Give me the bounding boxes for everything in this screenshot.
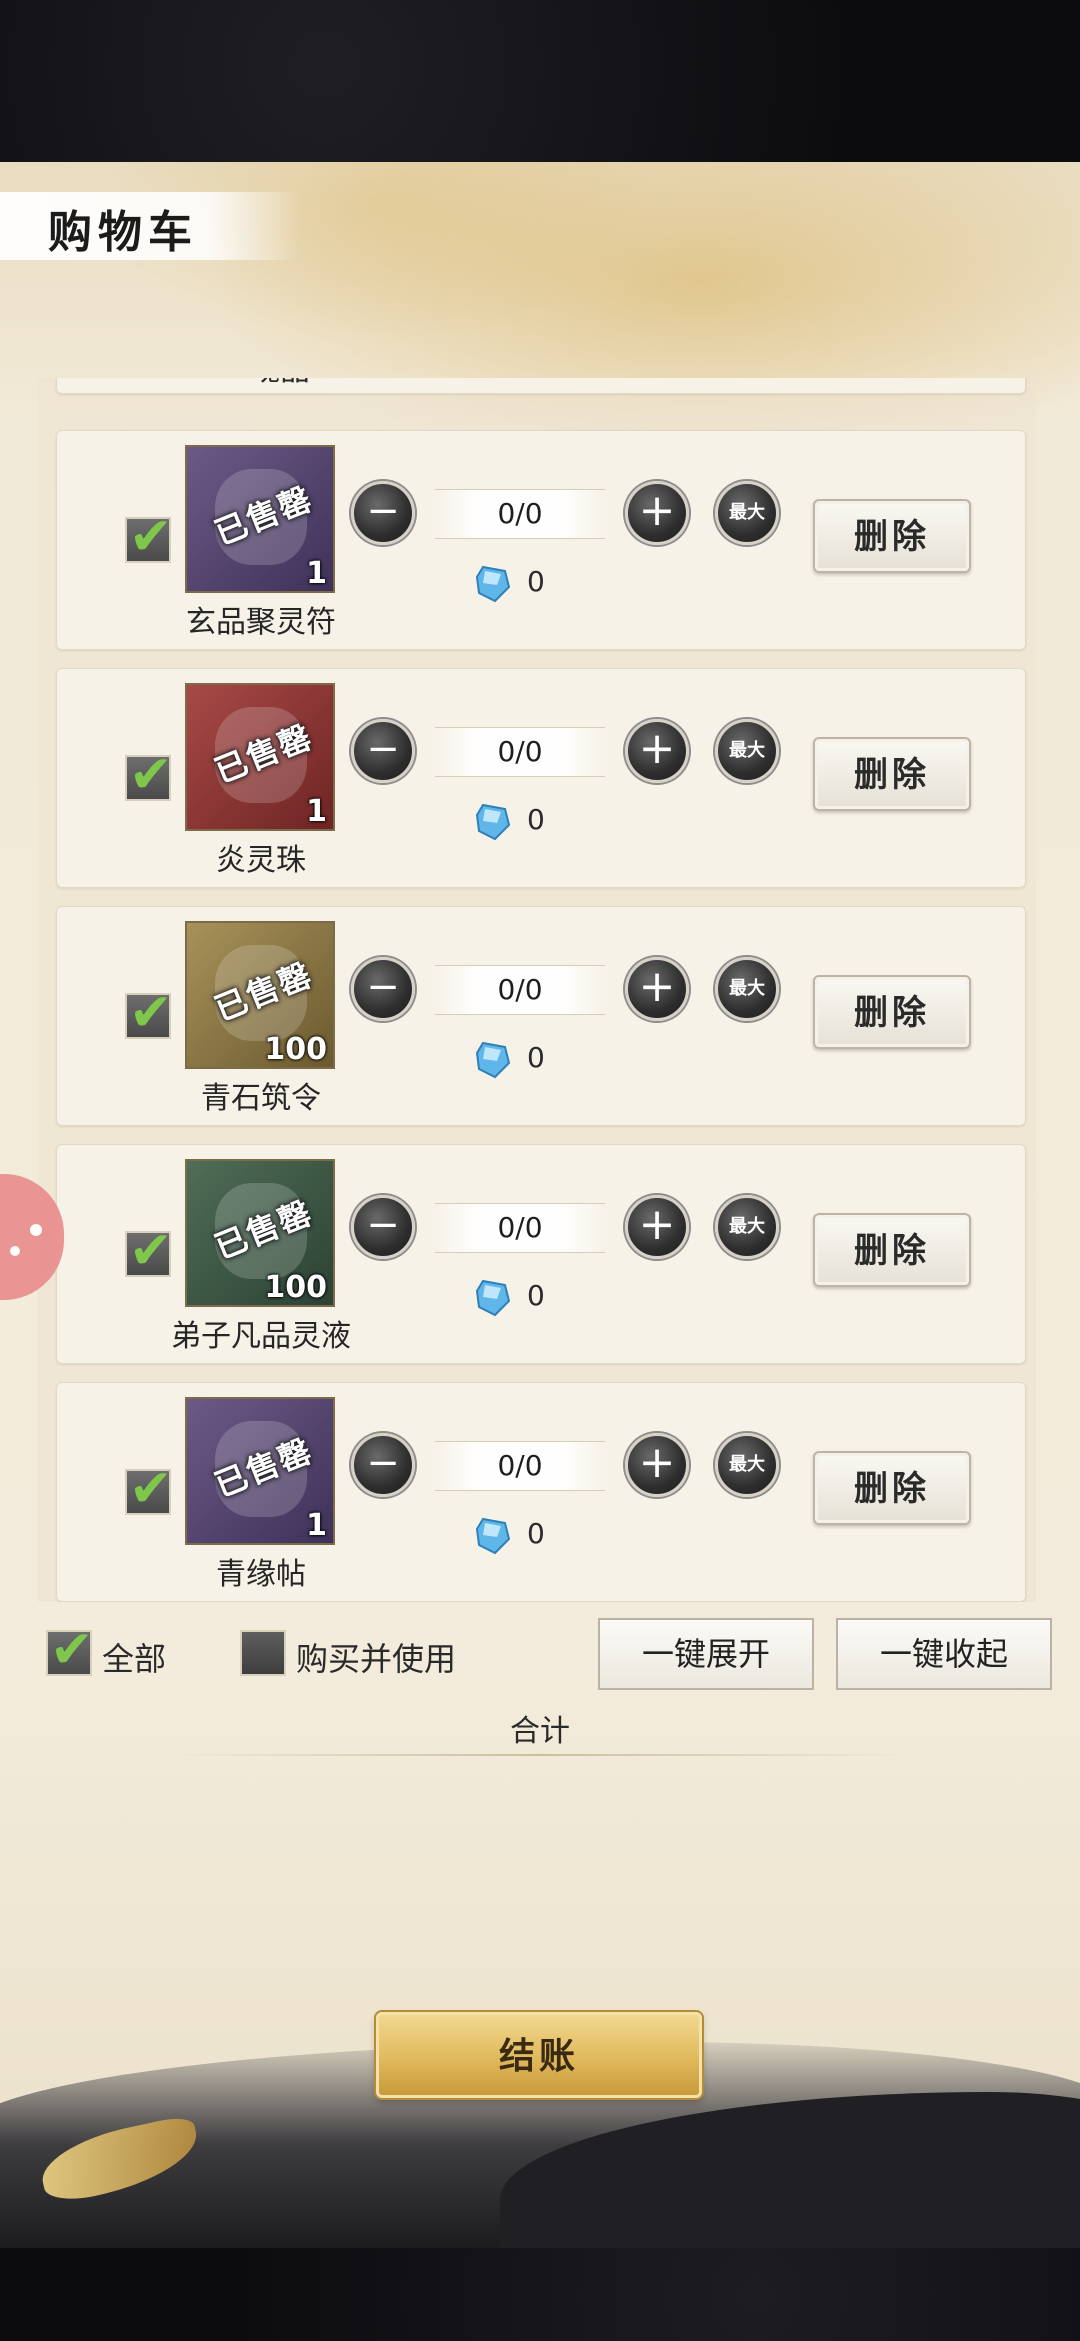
assistant-eye-icon: [10, 1246, 20, 1256]
delete-button[interactable]: 删除: [813, 1451, 971, 1525]
item-name: 魂晶: [57, 378, 503, 389]
item-count: 1: [306, 794, 327, 829]
quantity-display: 0/0: [435, 489, 605, 539]
item-icon[interactable]: 已售罄 100: [185, 921, 335, 1069]
item-price: 0: [527, 1041, 545, 1074]
delete-button[interactable]: 删除: [813, 737, 971, 811]
quantity-display: 0/0: [435, 1441, 605, 1491]
increase-button[interactable]: +: [625, 481, 689, 545]
assistant-eye-icon: [30, 1224, 42, 1236]
item-price: 0: [527, 803, 545, 836]
increase-button[interactable]: +: [625, 1195, 689, 1259]
increase-button[interactable]: +: [625, 957, 689, 1021]
total-divider: [170, 1754, 910, 1756]
item-checkbox[interactable]: ✔: [125, 1225, 173, 1277]
plus-icon: +: [638, 1437, 676, 1488]
plus-icon: +: [638, 961, 676, 1012]
item-icon[interactable]: 已售罄 1: [185, 1397, 335, 1545]
decrease-button[interactable]: −: [351, 481, 415, 545]
cart-item-list[interactable]: 魂晶 ✔已售罄1玄品聚灵符−0/0+最大0删除✔已售罄1炎灵珠−0/0+最大0删…: [38, 378, 1036, 1602]
decrease-button[interactable]: −: [351, 1195, 415, 1259]
item-count: 1: [306, 1508, 327, 1543]
item-icon[interactable]: 已售罄 100: [185, 1159, 335, 1307]
check-icon: ✔: [129, 983, 173, 1043]
quantity-display: 0/0: [435, 727, 605, 777]
delete-button[interactable]: 删除: [813, 975, 971, 1049]
minus-icon: −: [366, 964, 400, 1010]
item-count: 1: [306, 556, 327, 591]
delete-button[interactable]: 删除: [813, 499, 971, 573]
item-price: 0: [527, 565, 545, 598]
item-name: 青缘帖: [216, 1557, 306, 1592]
item-name: 炎灵珠: [216, 843, 306, 878]
plus-icon: +: [638, 1199, 676, 1250]
item-name: 青石筑令: [201, 1081, 321, 1116]
item-count: 100: [264, 1032, 327, 1067]
top-dark-border: [0, 0, 1080, 162]
spirit-stone-icon: [475, 563, 511, 603]
check-icon: ✔: [50, 1620, 94, 1680]
decrease-button[interactable]: −: [351, 1433, 415, 1497]
minus-icon: −: [366, 1440, 400, 1486]
max-button[interactable]: 最大: [715, 957, 779, 1021]
cart-item-partial: 魂晶: [56, 378, 1026, 394]
bottom-dark-border: [0, 2248, 1080, 2341]
select-all-label: 全部: [102, 1640, 167, 1678]
decrease-button[interactable]: −: [351, 957, 415, 1021]
max-button[interactable]: 最大: [715, 719, 779, 783]
minus-icon: −: [366, 488, 400, 534]
item-icon[interactable]: 已售罄 1: [185, 683, 335, 831]
check-icon: ✔: [129, 745, 173, 805]
item-checkbox[interactable]: ✔: [125, 1463, 173, 1515]
max-button[interactable]: 最大: [715, 1195, 779, 1259]
item-price: 0: [527, 1279, 545, 1312]
item-checkbox[interactable]: ✔: [125, 987, 173, 1039]
quantity-display: 0/0: [435, 965, 605, 1015]
spirit-stone-icon: [475, 801, 511, 841]
spirit-stone-icon: [475, 1039, 511, 1079]
decrease-button[interactable]: −: [351, 719, 415, 783]
spirit-stone-icon: [475, 1515, 511, 1555]
minus-icon: −: [366, 726, 400, 772]
cart-item-card: ✔ 已售罄 100 弟子凡品灵液 −0/0 + 最大 0 删除: [56, 1144, 1026, 1364]
max-button[interactable]: 最大: [715, 1433, 779, 1497]
item-name: 玄品聚灵符: [186, 605, 336, 640]
increase-button[interactable]: +: [625, 719, 689, 783]
check-icon: ✔: [129, 507, 173, 567]
collapse-all-button[interactable]: 一键收起: [836, 1618, 1052, 1690]
expand-all-button[interactable]: 一键展开: [598, 1618, 814, 1690]
page-title: 购物车: [48, 207, 198, 258]
cart-item-card: ✔ 已售罄 1 炎灵珠 −0/0 + 最大 0 删除: [56, 668, 1026, 888]
spirit-stone-icon: [475, 1277, 511, 1317]
item-checkbox[interactable]: ✔: [125, 511, 173, 563]
check-icon: ✔: [129, 1459, 173, 1519]
cart-item-card: ✔ 已售罄 1 青缘帖 −0/0 + 最大 0 删除: [56, 1382, 1026, 1602]
delete-button[interactable]: 删除: [813, 1213, 971, 1287]
buy-and-use-label: 购买并使用: [296, 1640, 457, 1678]
buy-and-use-checkbox[interactable]: [240, 1630, 286, 1676]
increase-button[interactable]: +: [625, 1433, 689, 1497]
item-price: 0: [527, 1517, 545, 1550]
total-label: 合计: [510, 1714, 570, 1749]
item-checkbox[interactable]: ✔: [125, 749, 173, 801]
item-name: 弟子凡品灵液: [171, 1319, 351, 1354]
item-count: 100: [264, 1270, 327, 1305]
item-icon[interactable]: 已售罄 1: [185, 445, 335, 593]
check-icon: ✔: [129, 1221, 173, 1281]
plus-icon: +: [638, 485, 676, 536]
select-all-checkbox[interactable]: ✔: [46, 1624, 94, 1676]
cart-item-card: ✔ 已售罄 1 玄品聚灵符 −0/0 + 最大 0 删除: [56, 430, 1026, 650]
plus-icon: +: [638, 723, 676, 774]
cart-item-card: ✔ 已售罄 100 青石筑令 −0/0 + 最大 0 删除: [56, 906, 1026, 1126]
quantity-display: 0/0: [435, 1203, 605, 1253]
minus-icon: −: [366, 1202, 400, 1248]
checkout-button[interactable]: 结账: [376, 2012, 702, 2098]
max-button[interactable]: 最大: [715, 481, 779, 545]
